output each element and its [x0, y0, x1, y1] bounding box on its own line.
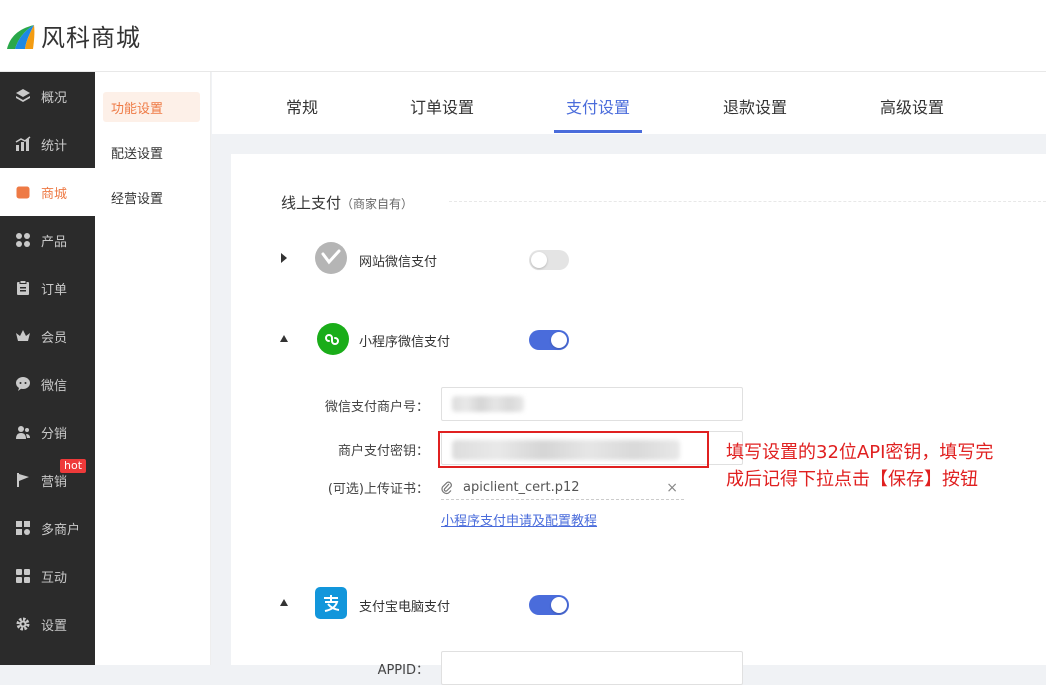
chart-icon: [14, 135, 32, 153]
expand-caret-down-icon[interactable]: [280, 599, 288, 606]
sidebar-item-label: 多商户: [41, 522, 81, 538]
sidebar-item-shop[interactable]: 商城: [0, 168, 95, 216]
tab-advanced-settings[interactable]: 高级设置: [880, 94, 944, 118]
sidebar-item-overview[interactable]: 概况: [0, 72, 95, 120]
subnav-item-delivery[interactable]: 配送设置: [103, 137, 200, 167]
sidebar-item-interaction[interactable]: 互动: [0, 552, 95, 600]
sidebar-item-stats[interactable]: 统计: [0, 120, 95, 168]
payment-label: 支付宝电脑支付: [359, 600, 451, 615]
subnav-item-function[interactable]: 功能设置: [103, 92, 200, 122]
wechat-pay-icon: [315, 242, 347, 274]
settings-tabs: 常规 订单设置 支付设置 退款设置 高级设置: [212, 72, 1046, 134]
merchant-id-input[interactable]: [441, 387, 743, 421]
payment-label: 小程序微信支付: [359, 335, 451, 350]
sidebar-item-label: 商城: [41, 186, 68, 202]
toggle-knob: [551, 332, 567, 348]
merchant-id-label: 微信支付商户号：: [324, 400, 429, 415]
sidebar-item-label: 微信: [41, 378, 68, 394]
tab-order-settings[interactable]: 订单设置: [410, 94, 474, 118]
payment-label: 网站微信支付: [359, 255, 438, 270]
tutorial-link[interactable]: 小程序支付申请及配置教程: [441, 510, 597, 529]
flag-icon: [14, 471, 32, 489]
shop-icon: [14, 183, 32, 201]
sidebar-item-label: 统计: [41, 138, 68, 154]
cert-upload-label: (可选)上传证书：: [327, 482, 429, 497]
file-name: apiclient_cert.p12: [463, 480, 580, 495]
toggle-knob: [531, 252, 547, 268]
section-title: 线上支付（商家自有）: [281, 192, 413, 213]
sidebar-item-label: 产品: [41, 234, 68, 250]
logo[interactable]: 风科商城: [4, 18, 141, 53]
sidebar-item-label: 互动: [41, 570, 68, 586]
sidebar-item-multi-merchant[interactable]: 多商户: [0, 504, 95, 552]
mini-program-icon: [317, 323, 349, 355]
sidebar-item-wechat[interactable]: 微信: [0, 360, 95, 408]
sidebar-item-label: 会员: [41, 330, 68, 346]
users-icon: [14, 423, 32, 441]
redacted-value: [452, 396, 524, 412]
remove-file-icon[interactable]: ×: [666, 480, 678, 496]
main-sidebar: 概况 统计 商城 产品 订单 会员 微信 分销 营销 hot 多商户 互动 设置: [0, 72, 95, 665]
sidebar-item-distribution[interactable]: 分销: [0, 408, 95, 456]
section-subtitle: （商家自有）: [341, 197, 414, 211]
sidebar-item-label: 分销: [41, 426, 68, 442]
chat-icon: [14, 375, 32, 393]
tab-general[interactable]: 常规: [286, 94, 318, 118]
expand-caret-right-icon[interactable]: [281, 253, 287, 263]
sidebar-item-label: 设置: [41, 618, 68, 634]
tab-payment-settings[interactable]: 支付设置: [566, 94, 630, 118]
merchant-key-label: 商户支付密钥：: [337, 444, 429, 459]
web-wechat-pay-toggle[interactable]: [529, 250, 569, 270]
gear-icon: [14, 615, 32, 633]
expand-caret-down-icon[interactable]: [280, 335, 288, 342]
layers-icon: [14, 87, 32, 105]
store-icon: [14, 519, 32, 537]
mini-wechat-pay-toggle[interactable]: [529, 330, 569, 350]
sidebar-item-orders[interactable]: 订单: [0, 264, 95, 312]
logo-text: 风科商城: [41, 24, 141, 52]
crown-icon: [14, 327, 32, 345]
annotation-line: 成后记得下拉点击【保存】按钮: [726, 469, 978, 490]
section-divider: [449, 201, 1046, 202]
sub-sidebar: 功能设置 配送设置 经营设置: [95, 72, 211, 665]
sidebar-item-label: 营销: [41, 474, 68, 490]
alipay-icon: [315, 587, 347, 619]
blocks-icon: [14, 567, 32, 585]
subnav-item-business[interactable]: 经营设置: [103, 182, 200, 212]
appid-label: APPID：: [377, 663, 429, 678]
active-tab-indicator: [554, 130, 642, 133]
sidebar-item-products[interactable]: 产品: [0, 216, 95, 264]
annotation-text: 填写设置的32位API密钥，填写完 成后记得下拉点击【保存】按钮: [726, 439, 1046, 493]
appid-input[interactable]: [441, 651, 743, 685]
sidebar-item-members[interactable]: 会员: [0, 312, 95, 360]
payment-settings-card: 线上支付（商家自有） 网站微信支付 小程序微信支付 微信支付商户号： 商户支付密…: [231, 154, 1046, 685]
section-title-text: 线上支付: [281, 194, 342, 212]
hot-badge: hot: [60, 459, 87, 473]
sidebar-item-marketing[interactable]: 营销 hot: [0, 456, 95, 504]
grid-icon: [14, 231, 32, 249]
alipay-pc-pay-toggle[interactable]: [529, 595, 569, 615]
logo-icon: [7, 24, 35, 49]
clipboard-icon: [14, 279, 32, 297]
toggle-knob: [551, 597, 567, 613]
highlight-box: [438, 431, 709, 468]
sidebar-item-settings[interactable]: 设置: [0, 600, 95, 648]
sidebar-item-label: 订单: [41, 282, 68, 298]
tab-refund-settings[interactable]: 退款设置: [723, 94, 787, 118]
paperclip-icon: [441, 481, 452, 494]
annotation-line: 填写设置的32位API密钥，填写完: [726, 442, 994, 463]
top-header: 风科商城: [0, 0, 1046, 72]
uploaded-file[interactable]: apiclient_cert.p12 ×: [441, 476, 684, 500]
sidebar-item-label: 概况: [41, 90, 68, 106]
